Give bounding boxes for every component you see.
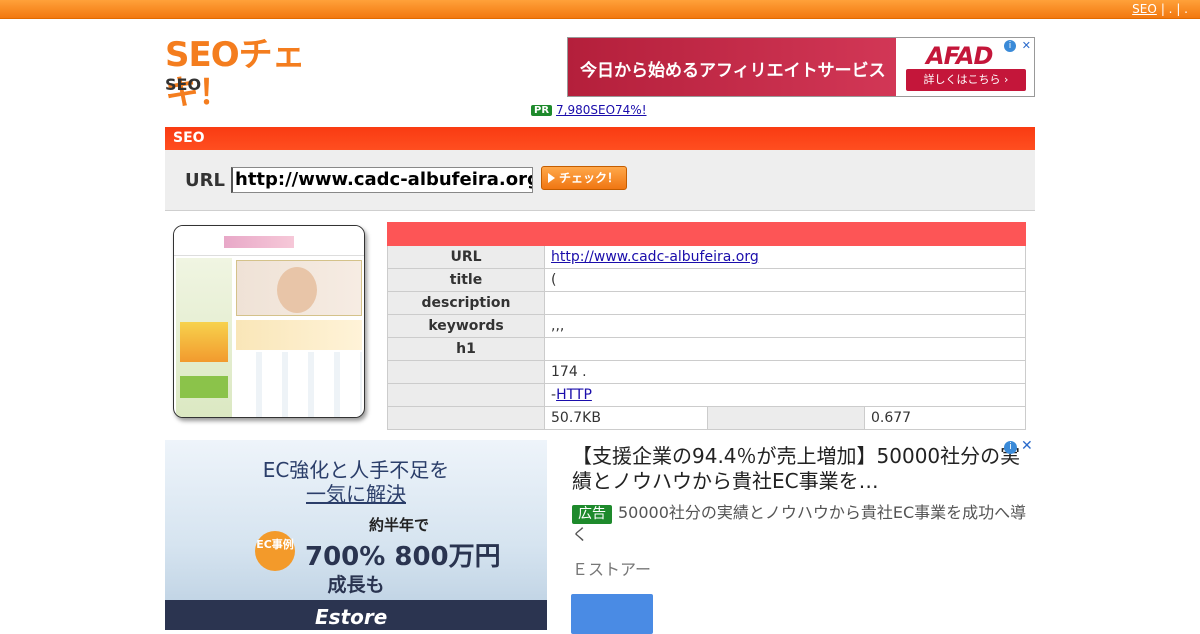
- logo-mark: SEOチェキ！: [165, 35, 306, 113]
- row-value: -HTTP: [544, 383, 1026, 407]
- table-row: h1: [387, 337, 1026, 361]
- ad-label-badge: 広告: [572, 505, 612, 524]
- row-value: http://www.cadc-albufeira.org: [544, 245, 1026, 269]
- ec-ad-text[interactable]: 【支援企業の94.4％が売上増加】50000社分の実績とノウハウから貴社EC事業…: [572, 444, 1032, 580]
- row-key: URL: [387, 245, 545, 269]
- ad-close-icon[interactable]: ✕: [1022, 39, 1031, 52]
- ec-ad-info-icon[interactable]: i: [1004, 441, 1017, 454]
- table-row: keywords ,,,: [387, 314, 1026, 338]
- table-row: title (: [387, 268, 1026, 292]
- table-row: URL http://www.cadc-albufeira.org: [387, 245, 1026, 269]
- row-key: keywords: [387, 314, 545, 338]
- row-key: description: [387, 291, 545, 315]
- pr-badge: PR: [531, 105, 553, 116]
- thumb-header: [174, 226, 364, 256]
- row-value: (: [544, 268, 1026, 292]
- site-thumbnail: [173, 225, 365, 418]
- top-links-separator: | . | .: [1160, 2, 1188, 16]
- top-bar: SEO | . | .: [0, 0, 1200, 19]
- table-row: -HTTP: [387, 383, 1026, 407]
- pr-line: PR 7,980SEO74%!: [531, 103, 647, 117]
- ad-brand-logo: AFAD: [926, 42, 993, 70]
- table-header-row: [387, 222, 1026, 246]
- check-button-label: チェック！: [559, 171, 620, 185]
- ec-image-line3: 約半年で: [369, 516, 430, 534]
- thumb-green-block: [180, 376, 228, 398]
- row-value: ,,,: [544, 314, 1026, 338]
- site-logo[interactable]: SEOチェキ！: [165, 36, 345, 112]
- ad-message: 今日から始めるアフィリエイトサービス: [580, 61, 886, 81]
- table-row: 174 .: [387, 360, 1026, 384]
- ec-ad-desc-line: 広告 50000社分の実績とノウハウから貴社EC事業を成功へ導く: [572, 502, 1032, 546]
- afad-ad-banner[interactable]: 今日から始めるアフィリエイトサービス AFAD 詳しくはこちら › i ✕: [567, 37, 1035, 97]
- table-row: description: [387, 291, 1026, 315]
- seo-info-table: URL http://www.cadc-albufeira.org title …: [387, 222, 1026, 430]
- row-key: [707, 406, 865, 430]
- url-input[interactable]: http://www.cadc-albufeira.org: [231, 167, 533, 193]
- ec-image-line2: 一気に解決: [306, 482, 406, 506]
- pr-link[interactable]: 7,980SEO74%!: [556, 103, 646, 117]
- ec-ad-image[interactable]: EC強化と人手不足を 一気に解決 約半年で EC事例 700% 800万円 成長…: [165, 440, 547, 630]
- top-links: SEO | . | .: [1132, 2, 1188, 16]
- url-link[interactable]: http://www.cadc-albufeira.org: [551, 249, 759, 265]
- check-button[interactable]: チェック！: [541, 166, 627, 190]
- thumb-hero: [236, 260, 362, 316]
- url-label: URL: [185, 170, 225, 191]
- ad-cta-button[interactable]: 詳しくはこちら ›: [906, 69, 1026, 91]
- ec-ad-button[interactable]: [571, 594, 653, 634]
- ec-ad-advertiser: Ｅストアー: [572, 560, 652, 579]
- row-key: [387, 406, 545, 430]
- thumb-promo: [180, 322, 228, 362]
- row-key: [387, 360, 545, 384]
- thumb-logo: [224, 236, 294, 248]
- row-value: [544, 337, 1026, 361]
- ec-ad-title[interactable]: 【支援企業の94.4％が売上増加】50000社分の実績とノウハウから貴社EC事業…: [572, 444, 1032, 494]
- ad-image: 今日から始めるアフィリエイトサービス: [568, 38, 896, 96]
- ec-image-footer: Estore: [165, 600, 547, 630]
- url-check-form: URL http://www.cadc-albufeira.org チェック！: [165, 150, 1035, 211]
- ec-ad-close-icon[interactable]: ✕: [1021, 438, 1033, 454]
- row-key: [387, 383, 545, 407]
- estore-logo: Estore: [315, 605, 388, 629]
- table-row: 50.7KB 0.677: [387, 406, 1026, 430]
- row-key: h1: [387, 337, 545, 361]
- ec-image-line4: 成長も: [327, 574, 385, 596]
- page-size-value: 50.7KB: [544, 406, 708, 430]
- section-header: SEO: [165, 127, 1035, 150]
- table-header: [387, 222, 1026, 246]
- ec-stats: 700% 800万円: [305, 542, 501, 572]
- response-time-value: 0.677: [864, 406, 1026, 430]
- ec-case-badge: EC事例: [255, 531, 295, 571]
- play-icon: [548, 173, 555, 183]
- thumb-banner: [236, 320, 362, 350]
- thumb-face: [277, 267, 317, 313]
- ad-info-icon[interactable]: i: [1004, 40, 1016, 52]
- http-link[interactable]: HTTP: [556, 387, 592, 403]
- seo-top-link[interactable]: SEO: [1132, 2, 1157, 16]
- logo-subtitle: SEO: [165, 75, 202, 94]
- row-key: title: [387, 268, 545, 292]
- ec-ad-description: 50000社分の実績とノウハウから貴社EC事業を成功へ導く: [572, 503, 1027, 544]
- row-value: [544, 291, 1026, 315]
- thumb-content: [236, 352, 362, 417]
- row-value: 174 .: [544, 360, 1026, 384]
